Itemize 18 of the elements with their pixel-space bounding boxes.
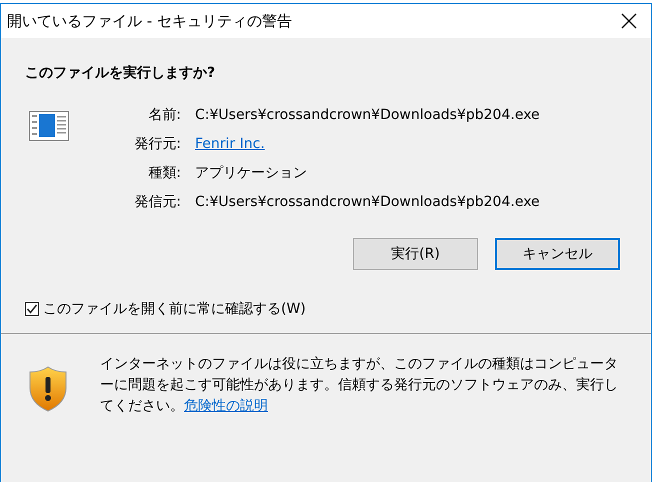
warning-text: インターネットのファイルは役に立ちますが、このファイルの種類はコンピューターに問題を起こす可能性があります。信頼する発行元のソフトウェアのみ、実行してください。危険性の説明 [100, 355, 619, 416]
field-value: C:¥Users¥crossandcrown¥Downloads¥pb204.exe [195, 194, 540, 210]
risk-link[interactable]: 危険性の説明 [184, 398, 268, 414]
field-label: 発信元: [133, 193, 181, 211]
field-value: アプリケーション [195, 164, 308, 182]
field-value: C:¥Users¥crossandcrown¥Downloads¥pb204.exe [195, 107, 540, 123]
dialog-button[interactable]: 実行(R) [353, 238, 478, 270]
field-label: 種類: [147, 164, 181, 182]
field-label: 名前: [147, 106, 181, 124]
checkbox[interactable] [25, 302, 39, 316]
publisher-link[interactable]: Fenrir Inc. [195, 136, 540, 152]
application-icon [29, 111, 69, 141]
dialog-button[interactable]: キャンセル [495, 238, 620, 270]
dialog-heading: このファイルを実行しますか? [25, 64, 216, 82]
warning-shield-icon [29, 366, 67, 412]
checkbox-label[interactable]: このファイルを開く前に常に確認する(W) [43, 300, 306, 318]
field-label: 発行元: [133, 135, 181, 153]
window-title: 開いているファイル - セキュリティの警告 [7, 12, 292, 30]
